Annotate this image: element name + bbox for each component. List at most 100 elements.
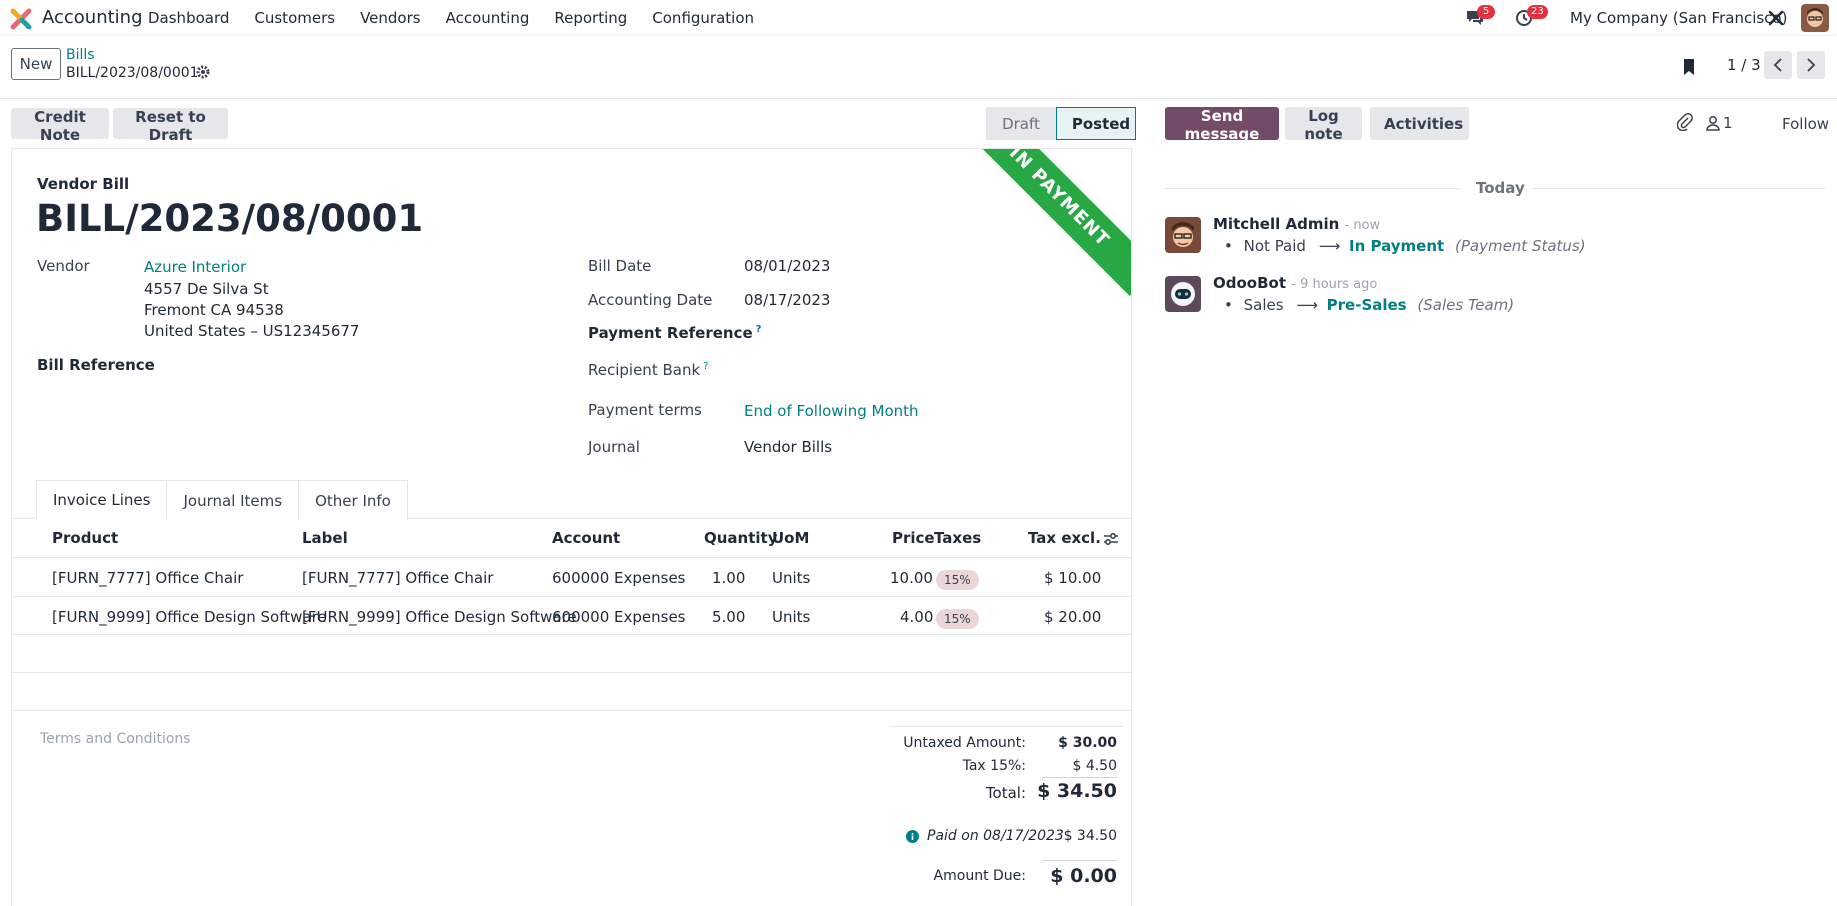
activities-button[interactable]: Activities bbox=[1370, 107, 1469, 140]
accounting-date-label: Accounting Date bbox=[588, 291, 713, 309]
col-label[interactable]: Label bbox=[302, 529, 348, 547]
menu-vendors[interactable]: Vendors bbox=[360, 9, 421, 27]
tab-invoice-lines[interactable]: Invoice Lines bbox=[36, 480, 168, 520]
bookmark-icon[interactable] bbox=[1682, 58, 1696, 76]
user-avatar[interactable] bbox=[1801, 4, 1829, 32]
recipient-bank-text: Recipient Bank bbox=[588, 361, 701, 379]
pager-next-button[interactable] bbox=[1797, 51, 1825, 79]
app-name[interactable]: Accounting bbox=[42, 7, 143, 28]
user-icon bbox=[1706, 116, 1720, 131]
journal-value[interactable]: Vendor Bills bbox=[744, 438, 832, 456]
bill-date-label: Bill Date bbox=[588, 257, 652, 275]
status-posted[interactable]: Posted bbox=[1056, 107, 1136, 140]
row-label[interactable]: [FURN_9999] Office Design Software bbox=[302, 608, 577, 626]
row-label[interactable]: [FURN_7777] Office Chair bbox=[302, 569, 493, 587]
row-uom[interactable]: Units bbox=[772, 608, 810, 626]
list-bullet: • bbox=[1224, 237, 1233, 255]
menu-accounting[interactable]: Accounting bbox=[446, 9, 530, 27]
row-price[interactable]: 4.00 bbox=[900, 608, 933, 626]
notebook-tabs: Invoice Lines Journal Items Other Info bbox=[36, 480, 408, 520]
col-quantity[interactable]: Quantity bbox=[704, 529, 778, 547]
pager-previous-button[interactable] bbox=[1764, 51, 1792, 79]
recipient-bank-label: Recipient Bank? bbox=[588, 361, 708, 379]
row-account[interactable]: 600000 Expenses bbox=[552, 608, 686, 626]
message-author[interactable]: Mitchell Admin - now bbox=[1213, 215, 1380, 233]
optional-columns-icon[interactable] bbox=[1103, 531, 1119, 547]
vendor-address-line-3: United States – US12345677 bbox=[144, 322, 360, 340]
arrow-right-icon: ⟶ bbox=[1296, 296, 1318, 314]
breadcrumb-bills[interactable]: Bills bbox=[66, 47, 95, 63]
col-tax-excl[interactable]: Tax excl. bbox=[1028, 529, 1101, 547]
row-tax-badge[interactable]: 15% bbox=[936, 570, 979, 590]
row-account[interactable]: 600000 Expenses bbox=[552, 569, 686, 587]
chevron-left-icon bbox=[1773, 58, 1782, 72]
status-draft[interactable]: Draft bbox=[986, 107, 1056, 140]
row-subtotal: $ 10.00 bbox=[1044, 569, 1102, 587]
payment-reference-text: Payment Reference bbox=[588, 324, 753, 342]
date-separator-left bbox=[1165, 188, 1460, 189]
row-price[interactable]: 10.00 bbox=[890, 569, 933, 587]
row-quantity[interactable]: 5.00 bbox=[712, 608, 745, 626]
row-uom[interactable]: Units bbox=[772, 569, 810, 587]
accounting-date-value[interactable]: 08/17/2023 bbox=[744, 291, 830, 309]
untaxed-amount-label: Untaxed Amount: bbox=[903, 735, 1026, 751]
menu-customers[interactable]: Customers bbox=[254, 9, 335, 27]
payment-ribbon: IN PAYMENT bbox=[960, 149, 1131, 296]
row-divider bbox=[12, 596, 1131, 597]
menu-configuration[interactable]: Configuration bbox=[652, 9, 754, 27]
col-taxes[interactable]: Taxes bbox=[934, 529, 981, 547]
pager-value[interactable]: 1 / 3 bbox=[1727, 56, 1761, 74]
new-button[interactable]: New bbox=[11, 48, 61, 80]
col-uom[interactable]: UoM bbox=[772, 529, 809, 547]
reset-to-draft-button[interactable]: Reset to Draft bbox=[113, 108, 228, 144]
total-value: $ 34.50 bbox=[1037, 780, 1117, 802]
date-separator-label: Today bbox=[1476, 179, 1525, 197]
tax-label: Tax 15%: bbox=[962, 758, 1026, 774]
row-quantity[interactable]: 1.00 bbox=[712, 569, 745, 587]
col-price[interactable]: Price bbox=[892, 529, 935, 547]
payment-terms-link[interactable]: End of Following Month bbox=[744, 402, 919, 420]
control-divider bbox=[0, 98, 1837, 99]
odoobot-avatar[interactable] bbox=[1165, 276, 1201, 312]
recipient-bank-help-icon[interactable]: ? bbox=[703, 361, 708, 372]
menu-dashboard[interactable]: Dashboard bbox=[148, 9, 229, 27]
chat-badge: 5 bbox=[1477, 5, 1495, 19]
send-message-button[interactable]: Send message bbox=[1165, 107, 1279, 143]
debug-tools-icon[interactable] bbox=[1767, 9, 1785, 27]
log-note-button[interactable]: Log note bbox=[1285, 107, 1362, 143]
row-tax-badge[interactable]: 15% bbox=[936, 609, 979, 629]
col-account[interactable]: Account bbox=[552, 529, 620, 547]
message-time: - 9 hours ago bbox=[1291, 277, 1378, 292]
tab-journal-items[interactable]: Journal Items bbox=[166, 480, 300, 520]
paperclip-icon[interactable] bbox=[1677, 113, 1693, 131]
gear-icon[interactable] bbox=[196, 65, 210, 79]
menu-reporting[interactable]: Reporting bbox=[554, 9, 627, 27]
col-product[interactable]: Product bbox=[52, 529, 118, 547]
tab-other-info[interactable]: Other Info bbox=[298, 480, 408, 520]
form-sheet: IN PAYMENT Vendor Bill BILL/2023/08/0001… bbox=[11, 148, 1132, 906]
vendor-link[interactable]: Azure Interior bbox=[144, 258, 246, 276]
mitchell-admin-avatar[interactable] bbox=[1165, 217, 1201, 253]
bill-reference-label: Bill Reference bbox=[37, 356, 155, 374]
total-label: Total: bbox=[985, 784, 1026, 802]
bill-date-value[interactable]: 08/01/2023 bbox=[744, 257, 830, 275]
top-menu: Dashboard Customers Vendors Accounting R… bbox=[148, 9, 779, 27]
message-author-name[interactable]: OdooBot bbox=[1213, 274, 1286, 292]
company-switcher[interactable]: My Company (San Francisco) bbox=[1570, 9, 1787, 27]
tracking-value-change: • Sales ⟶ Pre-Sales (Sales Team) bbox=[1224, 296, 1514, 314]
credit-note-button[interactable]: Credit Note bbox=[11, 108, 109, 144]
row-product[interactable]: [FURN_7777] Office Chair bbox=[52, 569, 243, 587]
row-product[interactable]: [FURN_9999] Office Design Software bbox=[52, 608, 327, 626]
terms-and-conditions-field[interactable]: Terms and Conditions bbox=[40, 731, 191, 747]
row-subtotal: $ 20.00 bbox=[1044, 608, 1102, 626]
followers-button[interactable]: 1 bbox=[1706, 114, 1733, 132]
payment-reference-help-icon[interactable]: ? bbox=[756, 324, 762, 335]
accounting-app-icon[interactable] bbox=[10, 8, 32, 30]
message-author[interactable]: OdooBot - 9 hours ago bbox=[1213, 274, 1377, 292]
document-type: Vendor Bill bbox=[37, 175, 130, 193]
follow-button[interactable]: Follow bbox=[1782, 115, 1829, 133]
amount-due-label: Amount Due: bbox=[933, 868, 1026, 884]
payment-info-icon[interactable] bbox=[906, 830, 919, 843]
tracked-field: (Payment Status) bbox=[1454, 237, 1586, 255]
message-author-name[interactable]: Mitchell Admin bbox=[1213, 215, 1339, 233]
